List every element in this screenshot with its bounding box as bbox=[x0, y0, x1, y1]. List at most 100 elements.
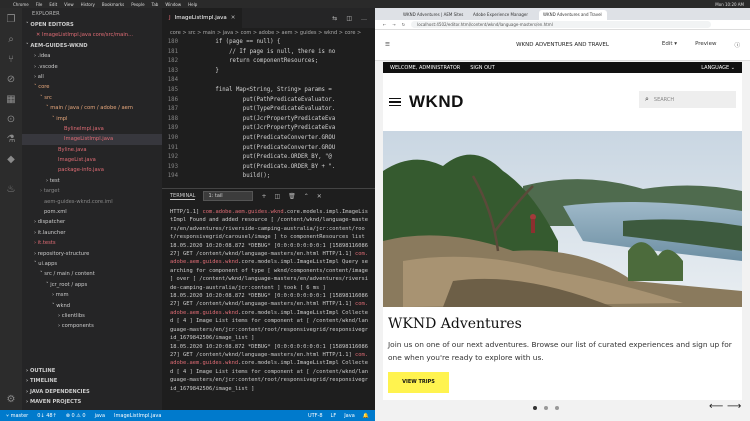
tree-item-src[interactable]: ˅ src bbox=[22, 93, 162, 103]
tree-item-idea[interactable]: › .idea bbox=[22, 51, 162, 61]
tree-item-main-java[interactable]: ˅ main / java / com / adobe / aem bbox=[22, 103, 162, 113]
url-input[interactable]: localhost:4502/editor.html/content/wknd/… bbox=[411, 21, 712, 28]
code-line[interactable]: 184 bbox=[162, 76, 375, 86]
info-icon[interactable]: ⓘ bbox=[734, 41, 740, 49]
explorer-icon[interactable]: ❐ bbox=[5, 14, 17, 26]
sync-item[interactable]: 0↓ 48↑ bbox=[37, 413, 57, 419]
code-line[interactable]: 189 put(JcrPropertyPredicateEva bbox=[162, 124, 375, 134]
search-icon[interactable]: ⌕ bbox=[5, 34, 17, 46]
docker-icon[interactable]: ◆ bbox=[5, 154, 17, 166]
menu-tab[interactable]: Tab bbox=[152, 2, 159, 7]
tree-item-wknd[interactable]: ˅ wknd bbox=[22, 301, 162, 311]
forward-icon[interactable]: → bbox=[392, 22, 395, 27]
arrow-left-icon[interactable]: ⟵ bbox=[709, 401, 723, 412]
tree-item-clientlibs[interactable]: › clientlibs bbox=[22, 311, 162, 321]
tree-item-imagelistimpl[interactable]: ImageListImpl.java bbox=[22, 134, 162, 145]
chevron-up-icon[interactable]: ⌃ bbox=[304, 193, 309, 200]
tree-item-imagelist[interactable]: ImageList.java bbox=[22, 155, 162, 165]
carousel-dot-1[interactable] bbox=[533, 406, 537, 410]
code-line[interactable]: 182 return componentResources; bbox=[162, 57, 375, 67]
language-menu[interactable]: LANGUAGE ⌄ bbox=[701, 65, 735, 71]
bell-icon[interactable]: 🔔 bbox=[363, 413, 369, 419]
carousel-dot-3[interactable] bbox=[555, 406, 559, 410]
tree-item-it-launcher[interactable]: › it.launcher bbox=[22, 228, 162, 238]
wknd-logo[interactable]: WKND bbox=[409, 92, 464, 112]
hamburger-icon[interactable] bbox=[389, 97, 401, 107]
tree-item-package-info[interactable]: package-info.java bbox=[22, 165, 162, 175]
terminal-output[interactable]: HTTP/1.1] com.adobe.aem.guides.wknd.core… bbox=[162, 203, 375, 393]
carousel-dot-2[interactable] bbox=[544, 406, 548, 410]
code-line[interactable]: 185 final Map<String, String> params = bbox=[162, 86, 375, 96]
extensions-icon[interactable]: ▦ bbox=[5, 94, 17, 106]
preview-button[interactable]: Preview bbox=[695, 41, 716, 49]
code-line[interactable]: 190 put(PredicateConverter.GROU bbox=[162, 134, 375, 144]
view-trips-button[interactable]: VIEW TRIPS bbox=[388, 372, 449, 393]
code-line[interactable]: 188 put(JcrPropertyPredicateEva bbox=[162, 115, 375, 125]
menu-edit[interactable]: Edit bbox=[49, 2, 57, 7]
tree-item-components[interactable]: › components bbox=[22, 321, 162, 331]
menu-file[interactable]: File bbox=[36, 2, 43, 7]
branch-item[interactable]: ⑂ master bbox=[6, 413, 28, 419]
tree-item-core[interactable]: ˅ core bbox=[22, 82, 162, 92]
project-root[interactable]: ˅ AEM-GUIDES-WKND bbox=[22, 41, 162, 51]
test-icon[interactable]: ⚗ bbox=[5, 134, 17, 146]
close-icon[interactable]: ✕ bbox=[231, 8, 236, 28]
java-icon[interactable]: ♨ bbox=[5, 184, 17, 196]
java-dependencies-section[interactable]: › JAVA DEPENDENCIES bbox=[22, 387, 162, 397]
maven-projects-section[interactable]: › MAVEN PROJECTS bbox=[22, 397, 162, 407]
split-terminal-icon[interactable]: ◫ bbox=[274, 193, 280, 200]
remote-icon[interactable]: ⊙ bbox=[5, 114, 17, 126]
open-editor-item[interactable]: ✕ ImageListImpl.java core/src/main... bbox=[22, 30, 162, 40]
tree-item-all[interactable]: › all bbox=[22, 72, 162, 82]
code-lines[interactable]: 180 if (page == null) {181 // If page is… bbox=[162, 38, 375, 182]
close-panel-icon[interactable]: ✕ bbox=[317, 193, 322, 200]
source-control-icon[interactable]: ⑂ bbox=[5, 54, 17, 66]
tree-item-pom[interactable]: pom.xml bbox=[22, 207, 162, 217]
code-line[interactable]: 191 put(PredicateConverter.GROU bbox=[162, 144, 375, 154]
tree-item-impl[interactable]: ˅ impl bbox=[22, 114, 162, 124]
tree-item-target[interactable]: › target bbox=[22, 186, 162, 196]
back-icon[interactable]: ← bbox=[383, 22, 386, 27]
code-line[interactable]: 183 } bbox=[162, 67, 375, 77]
tab-terminal[interactable]: TERMINAL bbox=[170, 193, 196, 200]
tree-item-dispatcher[interactable]: › dispatcher bbox=[22, 217, 162, 227]
outline-section[interactable]: › OUTLINE bbox=[22, 366, 162, 376]
menu-help[interactable]: Help bbox=[188, 2, 197, 7]
eol-item[interactable]: LF bbox=[331, 413, 337, 419]
add-terminal-icon[interactable]: + bbox=[261, 193, 266, 200]
more-icon[interactable]: … bbox=[361, 15, 367, 22]
tree-item-core-iml[interactable]: aem-guides-wknd.core.iml bbox=[22, 197, 162, 207]
browser-tab-1[interactable]: WKND Adventures | AEM Sites bbox=[399, 10, 467, 20]
compare-icon[interactable]: ⇆ bbox=[332, 15, 337, 22]
terminal-select[interactable]: 1: tail bbox=[203, 191, 254, 201]
arrow-right-icon[interactable]: ⟶ bbox=[727, 401, 741, 412]
tab-imagelistimpl[interactable]: J ImageListImpl.java ✕ bbox=[162, 8, 243, 28]
problems-item[interactable]: ⊗ 0 ⚠ 0 bbox=[66, 413, 86, 419]
sign-out-link[interactable]: SIGN OUT bbox=[470, 65, 495, 71]
encoding-item[interactable]: UTF-8 bbox=[308, 413, 323, 419]
code-line[interactable]: 181 // If page is null, there is no bbox=[162, 48, 375, 58]
tree-item-ui-apps[interactable]: ˅ ui.apps bbox=[22, 259, 162, 269]
timeline-section[interactable]: › TIMELINE bbox=[22, 376, 162, 386]
tree-item-byline[interactable]: Byline.java bbox=[22, 145, 162, 155]
settings-gear-icon[interactable]: ⚙ bbox=[5, 394, 17, 406]
menu-view[interactable]: View bbox=[64, 2, 74, 7]
open-editors-section[interactable]: ˅ OPEN EDITORS bbox=[22, 20, 162, 30]
menu-history[interactable]: History bbox=[81, 2, 95, 7]
trash-icon[interactable]: 🗑 bbox=[288, 193, 296, 200]
code-line[interactable]: 180 if (page == null) { bbox=[162, 38, 375, 48]
code-line[interactable]: 187 put(TypePredicateEvaluator. bbox=[162, 105, 375, 115]
menu-window[interactable]: Window bbox=[165, 2, 181, 7]
browser-tab-3[interactable]: WKND Adventures and Travel bbox=[539, 10, 607, 20]
status-file[interactable]: ImageListImpl.java bbox=[114, 413, 161, 419]
tree-item-msm[interactable]: › msm bbox=[22, 290, 162, 300]
tree-item-it-tests[interactable]: › it.tests bbox=[22, 238, 162, 248]
tree-item-repository-structure[interactable]: › repository-structure bbox=[22, 249, 162, 259]
browser-tab-2[interactable]: Adobe Experience Manager bbox=[469, 10, 537, 20]
debug-icon[interactable]: ⊘ bbox=[5, 74, 17, 86]
split-editor-icon[interactable]: ◫ bbox=[346, 15, 352, 22]
menu-bookmarks[interactable]: Bookmarks bbox=[102, 2, 124, 7]
tree-item-test[interactable]: › test bbox=[22, 176, 162, 186]
status-java[interactable]: java bbox=[95, 413, 105, 419]
tree-item-vscode[interactable]: › .vscode bbox=[22, 62, 162, 72]
